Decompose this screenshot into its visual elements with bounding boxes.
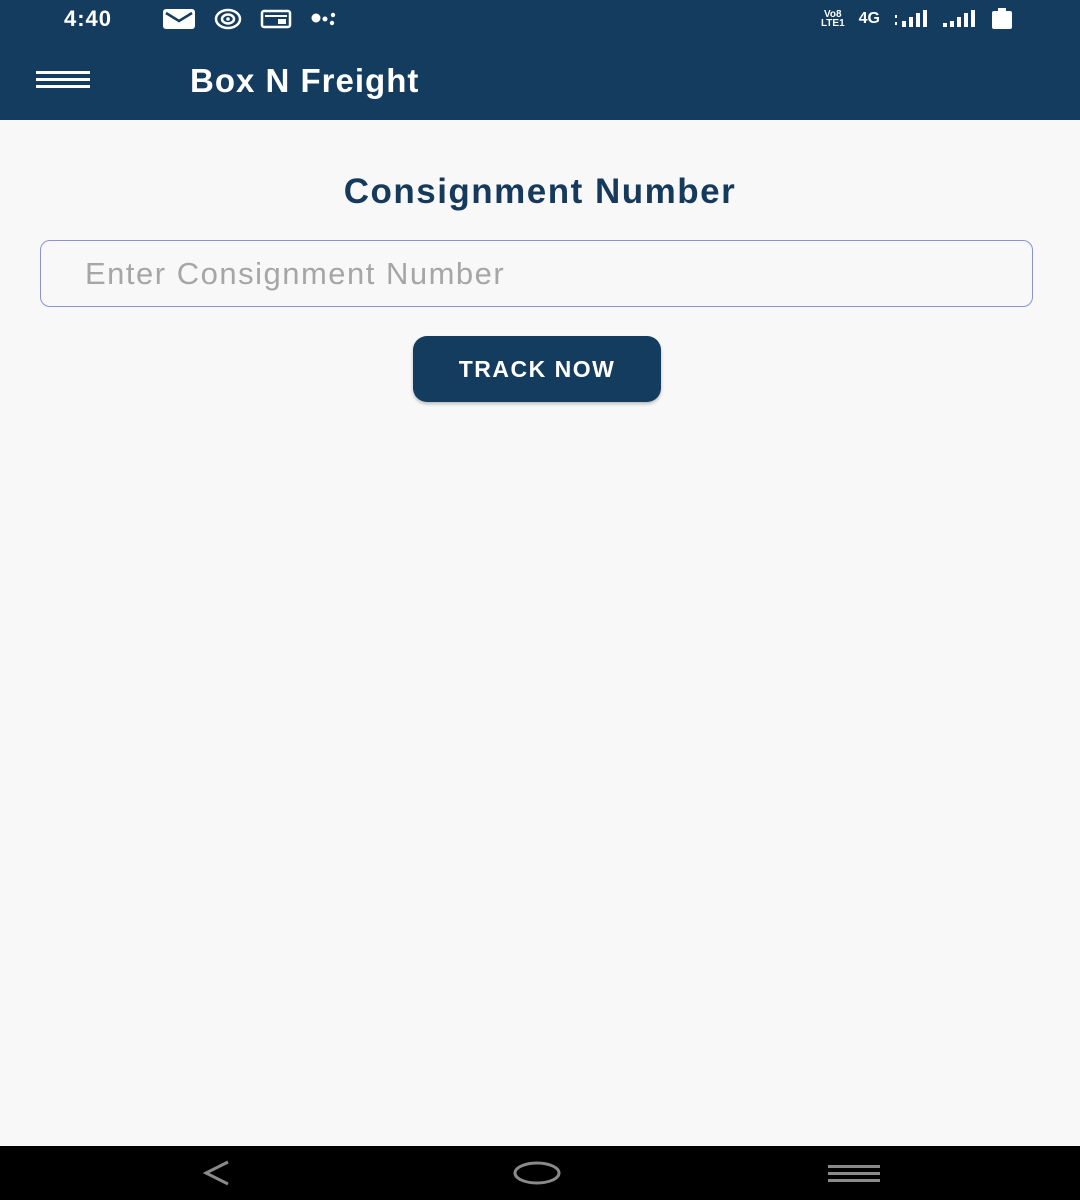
system-nav-bar [0,1146,1080,1200]
status-icons-right: Vo8 LTE1 4G [821,8,1014,30]
back-icon[interactable] [196,1158,236,1188]
signal-strength-icon [894,9,928,29]
section-title: Consignment Number [343,172,737,211]
vpn-shield-icon [214,8,242,30]
signal-strength-icon [942,9,976,29]
app-screen: 4:40 Vo8 LTE1 4G Box N Freight Consignme… [0,0,1080,1200]
status-bar: 4:40 Vo8 LTE1 4G [0,0,1080,42]
network-type-label: 4G [858,10,880,27]
battery-icon [990,8,1014,30]
menu-button[interactable] [28,58,98,102]
cast-icon [260,9,292,29]
recents-icon[interactable] [826,1162,882,1186]
mail-icon [162,8,196,30]
home-icon[interactable] [512,1160,562,1186]
app-title: Box N Freight [190,62,420,99]
status-time: 4:40 [64,6,113,31]
assistant-dots-icon [310,9,340,29]
volte-label: Vo8 LTE1 [820,9,845,29]
consignment-number-input[interactable] [40,240,1033,307]
status-icons-left [162,8,340,30]
hamburger-menu-icon [36,70,90,90]
app-bar: Box N Freight [0,42,1080,120]
track-now-button[interactable]: TRACK NOW [413,336,661,402]
